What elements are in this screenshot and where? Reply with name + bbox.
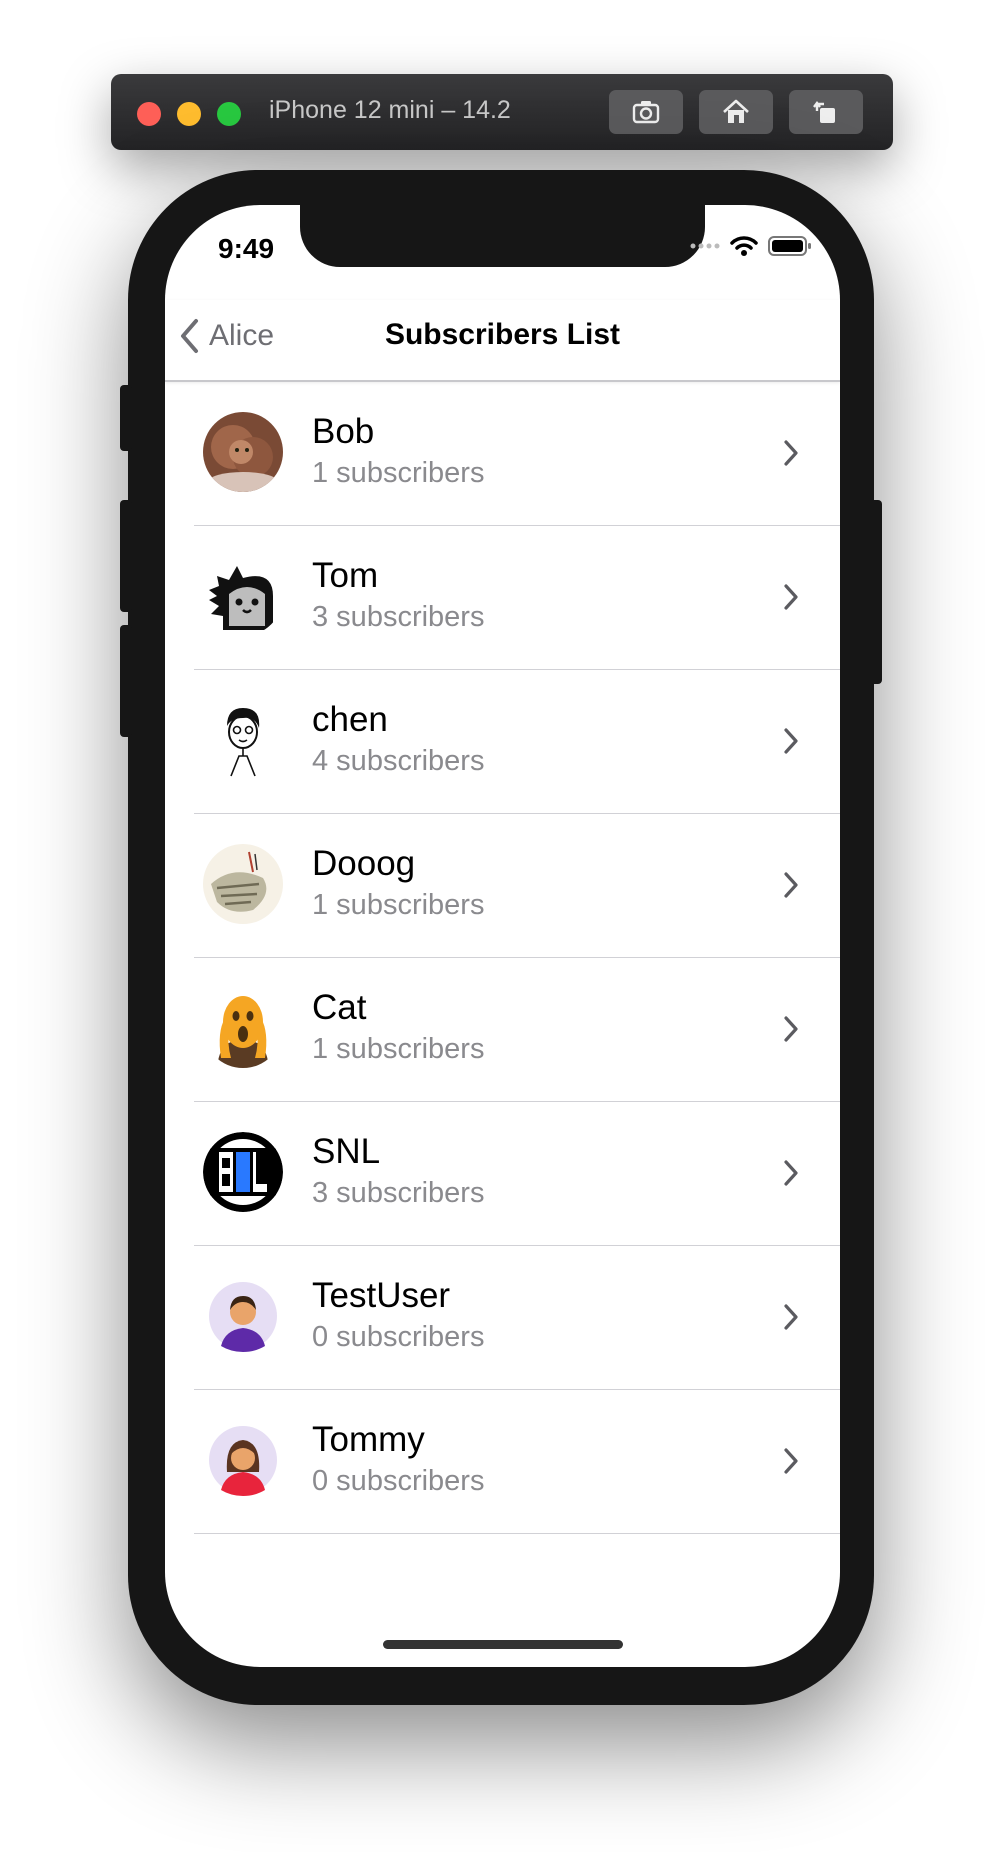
dog-photo-avatar: [203, 412, 283, 492]
chevron-right-icon: [784, 440, 798, 466]
snl-logo-avatar: [203, 1132, 283, 1212]
list-item[interactable]: Tom 3 subscribers: [165, 526, 840, 670]
subscriber-count: 0 subscribers: [312, 1321, 485, 1353]
subscriber-count: 1 subscribers: [312, 889, 485, 921]
painting-avatar: [203, 844, 283, 924]
screenshot-button[interactable]: [609, 90, 683, 134]
subscriber-count: 3 subscribers: [312, 1177, 485, 1209]
page-title: Subscribers List: [384, 318, 621, 351]
scream-emoji-avatar: [203, 988, 283, 1068]
subscriber-name: SNL: [312, 1132, 381, 1171]
list-item[interactable]: Bob 1 subscribers: [165, 382, 840, 526]
phone-screen: 9:49 Alice Subscribers List Bob 1 subscr…: [165, 205, 840, 1667]
subscriber-name: Bob: [312, 412, 375, 451]
zoom-window-button[interactable]: [217, 102, 241, 126]
volume-up-button: [120, 500, 132, 612]
mute-switch: [120, 385, 132, 451]
list-item[interactable]: TestUser 0 subscribers: [165, 1246, 840, 1390]
list-item[interactable]: SNL 3 subscribers: [165, 1102, 840, 1246]
navigation-bar: Alice Subscribers List: [165, 300, 840, 382]
sketch-man-avatar: [203, 700, 283, 780]
subscriber-count: 4 subscribers: [312, 745, 485, 777]
list-item[interactable]: Tommy 0 subscribers: [165, 1390, 840, 1534]
list-item[interactable]: Dooog 1 subscribers: [165, 814, 840, 958]
subscriber-name: Dooog: [312, 844, 416, 883]
subscriber-name: chen: [312, 700, 388, 739]
wifi-icon: [730, 236, 758, 256]
battery-icon: [768, 236, 811, 256]
notch: [300, 205, 705, 267]
power-button: [870, 500, 882, 684]
subscriber-count: 1 subscribers: [312, 1033, 485, 1065]
subscriber-name: Tom: [312, 556, 379, 595]
list-item[interactable]: chen 4 subscribers: [165, 670, 840, 814]
chevron-right-icon: [784, 584, 798, 610]
subscribers-list: Bob 1 subscribers Tom 3 subscribers chen…: [165, 382, 840, 1534]
subscriber-count: 3 subscribers: [312, 601, 485, 633]
list-item[interactable]: Cat 1 subscribers: [165, 958, 840, 1102]
chevron-right-icon: [784, 1448, 798, 1474]
home-icon: [723, 99, 749, 123]
screenshot-icon: [632, 101, 660, 124]
male-avatar: [203, 1276, 283, 1356]
chevron-right-icon: [784, 728, 798, 754]
subscriber-name: Tommy: [312, 1420, 425, 1459]
simulator-toolbar: iPhone 12 mini – 14.2: [111, 74, 893, 150]
female-avatar: [203, 1420, 283, 1500]
chevron-right-icon: [784, 872, 798, 898]
minimize-window-button[interactable]: [177, 102, 201, 126]
status-icons: [690, 235, 812, 257]
rotate-icon: [813, 101, 835, 123]
signal-icon: [690, 243, 720, 249]
volume-down-button: [120, 625, 132, 737]
rotate-button[interactable]: [789, 90, 863, 134]
close-window-button[interactable]: [137, 102, 161, 126]
subscriber-name: Cat: [312, 988, 367, 1027]
home-indicator[interactable]: [383, 1640, 623, 1649]
simulator-title: iPhone 12 mini – 14.2: [269, 96, 511, 124]
chevron-right-icon: [784, 1304, 798, 1330]
subscriber-count: 1 subscribers: [312, 457, 485, 489]
chevron-right-icon: [784, 1160, 798, 1186]
status-time: 9:49: [218, 233, 275, 264]
subscriber-count: 0 subscribers: [312, 1465, 485, 1497]
ghost-monster-avatar: [203, 556, 283, 636]
home-button[interactable]: [699, 90, 773, 134]
subscriber-name: TestUser: [312, 1276, 451, 1315]
chevron-right-icon: [784, 1016, 798, 1042]
